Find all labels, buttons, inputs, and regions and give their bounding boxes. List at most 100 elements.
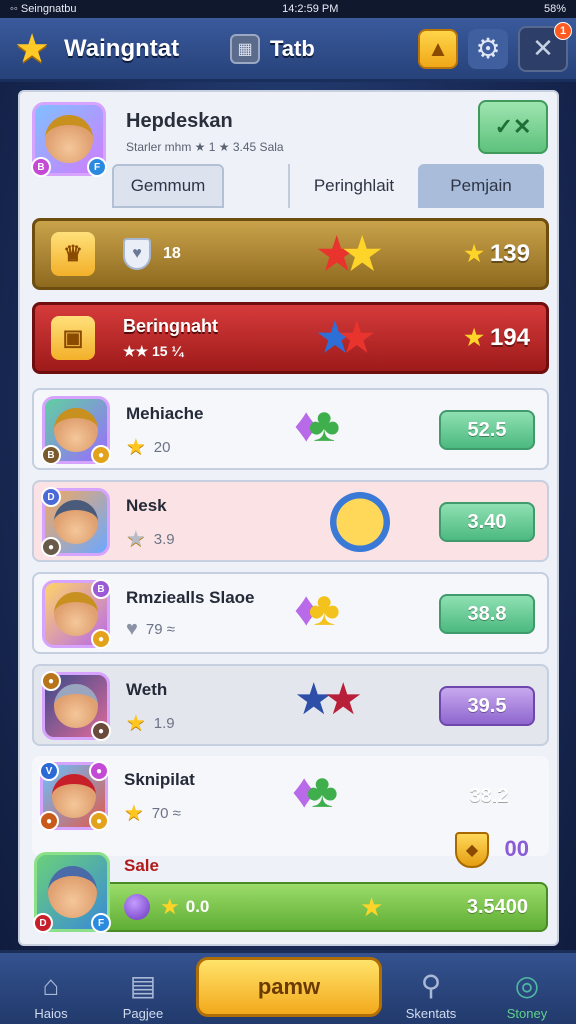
- player-value[interactable]: 3.40: [439, 502, 535, 542]
- status-bar: ◦◦ Seingnatbu 14:2:59 PM 58%: [0, 0, 576, 18]
- banner-title-block: Beringnaht ★★ 15 ¼: [123, 316, 218, 360]
- sale-total: 3.5400: [466, 895, 528, 918]
- app-title: Waingntat: [64, 34, 180, 62]
- notification-badge: 1: [554, 21, 572, 40]
- badge-icon: B: [41, 445, 61, 465]
- pages-icon: ▤: [129, 970, 157, 1001]
- star-icon: ★: [360, 891, 384, 922]
- close-button[interactable]: ✕ 1: [518, 21, 572, 72]
- nav-pages[interactable]: ▤ Pagjee: [98, 959, 188, 1021]
- avatar-face: [45, 115, 93, 163]
- star-icon: ★: [126, 526, 146, 551]
- star-icon: ★: [126, 710, 146, 735]
- profile-avatar[interactable]: B F: [31, 102, 107, 177]
- star-icon: ★: [160, 894, 180, 919]
- sale-row[interactable]: D F Sale ★ 0.0 ★ 3.5400: [32, 852, 549, 938]
- banner-stat: ★★ 15 ¼: [123, 343, 184, 359]
- badge-icon: D: [33, 913, 53, 933]
- settings-gear-icon[interactable]: ⚙: [468, 28, 508, 69]
- sale-label: Sale: [124, 856, 159, 875]
- player-row[interactable]: ● ● Weth ★ 1.9 ★★ 39.5: [32, 664, 549, 746]
- leaderboard-panel: B F Hepdeskan Starler mhm ★ 1 ★ 3.45 Sal…: [18, 90, 559, 946]
- gem-icon: [124, 894, 150, 920]
- rank-badge-icon: F: [87, 157, 107, 177]
- star-logo-icon[interactable]: ★: [8, 25, 56, 73]
- player-name: Rmziealls Slaoe: [126, 588, 255, 607]
- profile-subtitle: Starler mhm ★ 1 ★ 3.45 Sala: [126, 140, 284, 154]
- tab-title[interactable]: Tatb: [270, 36, 408, 62]
- badge-icon: ●: [41, 537, 61, 557]
- red-banner[interactable]: ▣ Beringnaht ★★ 15 ¼ ★★ ★ 194: [32, 302, 549, 374]
- sale-count: 0.0: [185, 897, 210, 916]
- player-avatar: V ● ● ●: [39, 761, 109, 831]
- player-avatar: B ●: [42, 579, 111, 649]
- search-icon: ⚲: [420, 970, 442, 1001]
- heart-shield-icon: ♥: [126, 618, 138, 640]
- status-time: 14:2:59 PM: [282, 3, 339, 15]
- player-value[interactable]: 39.5: [439, 686, 535, 726]
- player-row[interactable]: D ● Nesk ★ 3.9 3.40: [32, 480, 549, 562]
- badge-icon: B: [91, 579, 111, 599]
- tab-bar: Gemmum Peringhlait Pemjain: [112, 164, 548, 210]
- trophy-button[interactable]: ▲: [418, 28, 458, 69]
- badge-icon: ●: [89, 761, 109, 781]
- home-icon: ⌂: [42, 970, 60, 1001]
- star-icon: ★: [124, 800, 144, 825]
- tab-gemmum[interactable]: Gemmum: [112, 164, 224, 208]
- gems-icon: ♦♣: [292, 765, 338, 818]
- shield-icon: ♥: [123, 238, 151, 270]
- calendar-icon[interactable]: ▦: [230, 33, 260, 64]
- badge-icon: ●: [91, 721, 111, 741]
- crown-icon: ♛: [51, 232, 95, 276]
- coin-badge-icon: ●: [91, 629, 111, 649]
- player-name: Mehiache: [126, 404, 204, 423]
- tab-pemjain[interactable]: Pemjain: [418, 164, 544, 208]
- status-carrier: ◦◦ Seingnatbu: [10, 3, 77, 15]
- gems-icon: ♦♣: [294, 399, 340, 452]
- nav-search[interactable]: ⚲ Skentats: [386, 959, 476, 1021]
- player-avatar: D F: [33, 852, 111, 933]
- banner-mid-value: 18: [163, 245, 181, 262]
- badge-icon: F: [91, 913, 111, 933]
- store-icon: ◎: [514, 970, 540, 1001]
- banner-title: Beringnaht: [123, 316, 219, 336]
- player-avatar: B ●: [41, 396, 111, 465]
- player-stat: ♥ 79 ≈: [126, 618, 175, 640]
- player-avatar: D ●: [41, 487, 110, 557]
- player-value[interactable]: 52.5: [439, 410, 535, 450]
- badge-icon: D: [41, 487, 61, 507]
- banner-mid: ♥ 18: [123, 238, 181, 270]
- play-button[interactable]: pamw: [196, 957, 382, 1017]
- profile-name: Hepdeskan: [126, 110, 233, 132]
- badge-icon: V: [39, 761, 59, 781]
- tab-peringhlait[interactable]: Peringhlait: [288, 164, 418, 208]
- nav-home[interactable]: ⌂ Haios: [6, 959, 96, 1021]
- bottom-nav: ⌂ Haios ▤ Pagjee pamw ⚲ Skentats ◎ Stone…: [0, 950, 576, 1024]
- banner-score: ★ 194: [464, 324, 530, 351]
- emoji-badge-icon: [330, 492, 390, 552]
- player-row[interactable]: B ● Rmziealls Slaoe ♥ 79 ≈ ♦♣ 38.8: [32, 572, 549, 654]
- level-badge-icon: B: [31, 157, 51, 177]
- player-value[interactable]: 38.2: [441, 776, 537, 816]
- player-value[interactable]: 38.8: [439, 594, 535, 634]
- player-row[interactable]: B ● Mehiache ★ 20 ♦♣ 52.5: [32, 388, 549, 470]
- top-bar: ★ Waingntat ▦ Tatb ▲ ⚙ ✕ 1: [0, 18, 576, 82]
- nav-store[interactable]: ◎ Stoney: [482, 959, 572, 1021]
- star-icon: ★: [126, 434, 146, 459]
- player-name: Weth: [126, 680, 168, 699]
- player-stat: ★ 3.9: [126, 526, 175, 551]
- gems-icon: ♦♣: [294, 583, 340, 636]
- banner-score: ★ 139: [464, 240, 530, 267]
- player-name: Nesk: [126, 496, 167, 515]
- confirm-button[interactable]: ✓✕: [478, 100, 548, 154]
- badge-icon: ●: [39, 811, 59, 831]
- status-battery: 58%: [543, 3, 566, 15]
- stars-icon: ★★: [317, 229, 382, 279]
- coin-badge-icon: ●: [91, 445, 111, 465]
- chest-icon: ▣: [51, 316, 95, 360]
- player-stat: ★ 20: [126, 434, 171, 459]
- sale-bar[interactable]: ★ 0.0 ★ 3.5400: [72, 882, 548, 932]
- player-row[interactable]: V ● ● ● Sknipilat ★ 70 ≈ ♦♣ 38.2 ◆ 00: [32, 756, 549, 868]
- gold-banner[interactable]: ♛ ♥ 18 ★★ ★ 139: [32, 218, 549, 290]
- player-stat: ★ 70 ≈: [124, 800, 181, 825]
